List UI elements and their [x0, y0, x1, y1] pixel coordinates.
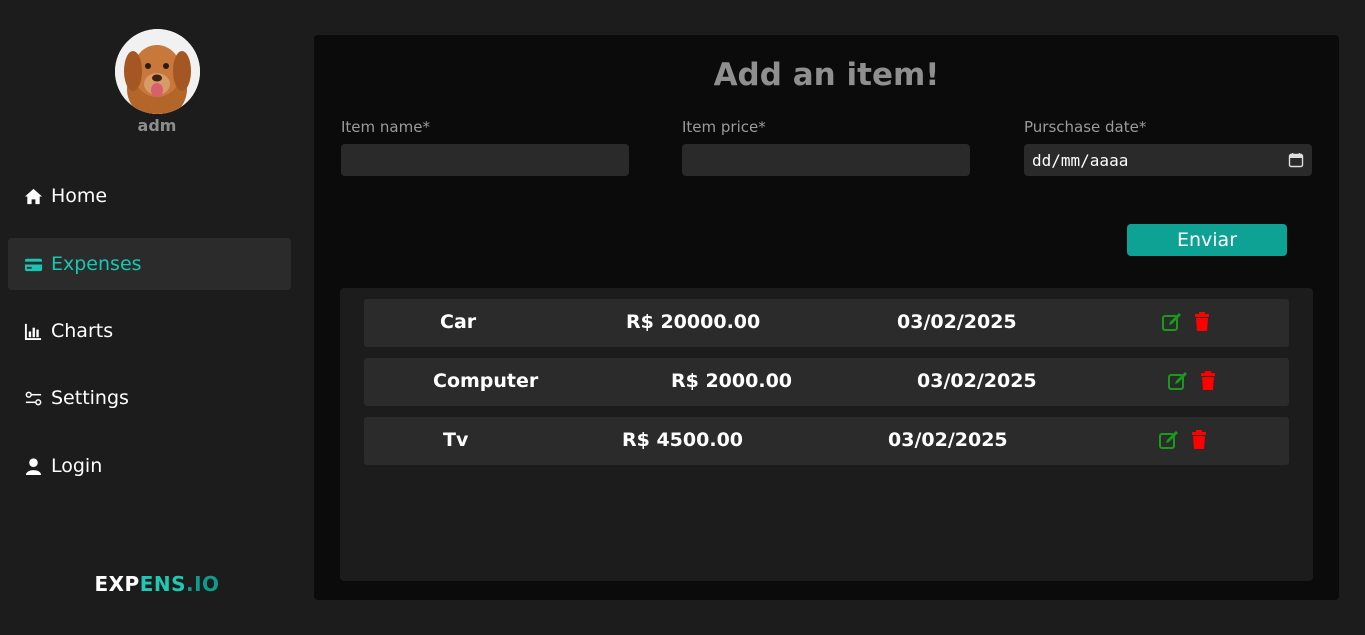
- edit-icon[interactable]: [1158, 429, 1180, 451]
- sidebar-item-label: Login: [51, 455, 103, 477]
- list-item: Computer R$ 2000.00 03/02/2025: [364, 358, 1289, 406]
- submit-button[interactable]: Enviar: [1127, 224, 1287, 256]
- dog-photo-icon: [115, 29, 200, 114]
- item-name-input[interactable]: [341, 144, 629, 176]
- item-name: Car: [440, 311, 477, 333]
- purchase-date-input[interactable]: dd/mm/aaaa: [1024, 144, 1312, 176]
- sidebar: adm Home Expenses Charts Settings Login …: [0, 0, 300, 635]
- delete-icon[interactable]: [1188, 429, 1210, 451]
- sidebar-item-expenses[interactable]: Expenses: [8, 238, 291, 290]
- item-name-label: Item name*: [341, 118, 430, 136]
- item-date: 03/02/2025: [897, 311, 1017, 333]
- brand-logo: EXPENS.IO: [0, 572, 314, 596]
- edit-icon[interactable]: [1161, 311, 1183, 333]
- list-item: Car R$ 20000.00 03/02/2025: [364, 299, 1289, 347]
- brand-part-1: EXP: [94, 572, 140, 596]
- item-name: Tv: [443, 429, 469, 451]
- sidebar-item-label: Home: [51, 185, 108, 207]
- sidebar-item-settings[interactable]: Settings: [8, 372, 291, 424]
- item-price-label: Item price*: [682, 118, 766, 136]
- page-title: Add an item!: [713, 57, 940, 93]
- sidebar-item-charts[interactable]: Charts: [8, 305, 291, 357]
- date-placeholder: dd/mm/aaaa: [1032, 150, 1129, 170]
- avatar[interactable]: [115, 29, 200, 114]
- main-panel: Add an item! Item name* Item price* Purs…: [314, 35, 1339, 600]
- user-icon: [24, 457, 43, 476]
- item-name: Computer: [433, 370, 539, 392]
- sidebar-item-label: Settings: [51, 387, 129, 409]
- item-price: R$ 2000.00: [671, 370, 793, 392]
- credit-card-icon: [24, 255, 43, 274]
- edit-icon[interactable]: [1167, 370, 1189, 392]
- purchase-date-label: Purschase date*: [1024, 118, 1147, 136]
- sidebar-item-label: Expenses: [51, 253, 142, 275]
- item-date: 03/02/2025: [917, 370, 1037, 392]
- calendar-icon[interactable]: [1288, 152, 1304, 168]
- brand-part-2: ENS: [139, 572, 186, 596]
- list-item: Tv R$ 4500.00 03/02/2025: [364, 417, 1289, 465]
- sidebar-item-login[interactable]: Login: [8, 440, 291, 492]
- expenses-list: Car R$ 20000.00 03/02/2025 Computer R$ 2…: [340, 288, 1313, 581]
- delete-icon[interactable]: [1191, 311, 1213, 333]
- username: adm: [137, 116, 177, 135]
- sliders-icon: [24, 389, 43, 408]
- brand-part-3: .IO: [186, 572, 220, 596]
- sidebar-item-label: Charts: [51, 320, 114, 342]
- sidebar-item-home[interactable]: Home: [8, 170, 291, 222]
- home-icon: [24, 187, 43, 206]
- bar-chart-icon: [24, 322, 43, 341]
- item-price: R$ 4500.00: [622, 429, 744, 451]
- item-date: 03/02/2025: [888, 429, 1008, 451]
- item-price: R$ 20000.00: [626, 311, 761, 333]
- delete-icon[interactable]: [1197, 370, 1219, 392]
- item-price-input[interactable]: [682, 144, 970, 176]
